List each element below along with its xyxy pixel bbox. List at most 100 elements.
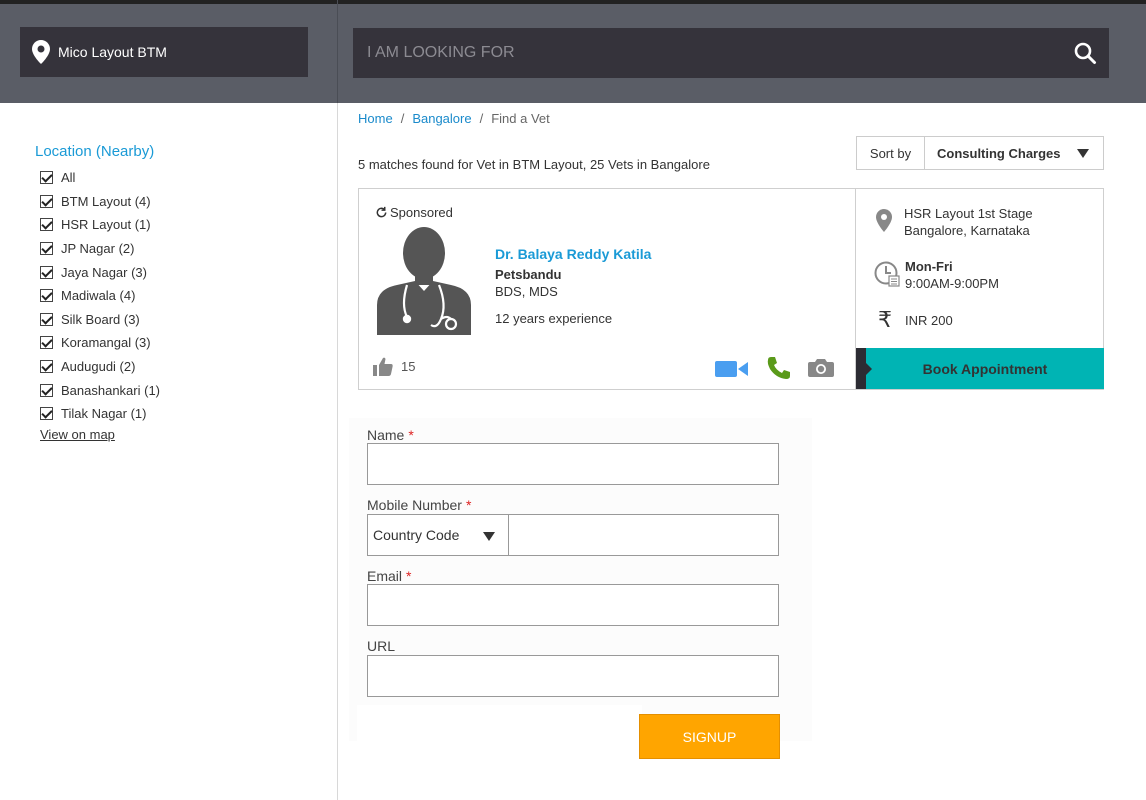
clock-icon [874,261,900,287]
breadcrumb: Home / Bangalore / Find a Vet [358,111,550,126]
name-label-text: Name [367,427,405,443]
refresh-icon [376,206,387,218]
clinic-details: HSR Layout 1st Stage Bangalore, Karnatak… [856,189,1104,389]
location-item-label: Madiwala (4) [61,288,136,304]
clinic-address: HSR Layout 1st Stage Bangalore, Karnatak… [904,205,1033,239]
rupee-icon: ₹ [878,307,892,332]
location-item-all[interactable]: All [35,166,325,190]
location-item-label: Koramangal (3) [61,335,151,351]
topbar-divider [337,0,338,103]
checkbox[interactable] [40,218,53,232]
like-count: 15 [401,359,416,374]
book-appointment-button[interactable]: Book Appointment [856,348,1104,389]
checkbox[interactable] [40,383,53,397]
checkbox[interactable] [40,360,53,374]
location-item-audugudi[interactable]: Audugudi (2) [35,355,325,379]
location-item-tilak-nagar[interactable]: Tilak Nagar (1) [35,402,325,426]
location-item-label: Banashankari (1) [61,382,160,398]
doctor-card: Sponsored Dr. Balaya Reddy Katila Petsba… [358,188,1104,390]
email-input[interactable] [368,585,778,625]
required-mark: * [408,427,414,443]
chevron-down-icon[interactable] [1077,149,1089,158]
country-code-value: Country Code [373,527,460,543]
location-item-label: All [61,170,76,186]
url-field-box [367,655,779,697]
mobile-input[interactable] [509,515,778,555]
location-item-label: Jaya Nagar (3) [61,264,147,280]
name-field-box [367,443,779,485]
breadcrumb-separator: / [479,111,484,126]
checkbox[interactable] [40,407,53,421]
location-item-hsr-layout[interactable]: HSR Layout (1) [35,213,325,237]
checkbox[interactable] [40,336,53,350]
checkbox[interactable] [40,289,53,303]
checkbox[interactable] [40,194,53,208]
location-item-jaya-nagar[interactable]: Jaya Nagar (3) [35,260,325,284]
location-item-label: Tilak Nagar (1) [61,406,147,422]
location-item-label: HSR Layout (1) [61,217,151,233]
location-label: Mico Layout BTM [58,44,167,60]
camera-icon[interactable] [808,357,834,377]
doctor-name-link[interactable]: Dr. Balaya Reddy Katila [495,246,651,262]
location-selector[interactable]: Mico Layout BTM [20,27,308,77]
doctor-avatar [377,227,471,335]
country-code-select[interactable]: Country Code [367,514,509,556]
breadcrumb-home[interactable]: Home [358,111,393,126]
location-item-madiwala[interactable]: Madiwala (4) [35,284,325,308]
mobile-field-box [508,514,779,556]
filter-title-suffix: (Nearby) [95,143,155,160]
search-input[interactable] [367,44,1047,62]
breadcrumb-city[interactable]: Bangalore [412,111,471,126]
checkbox[interactable] [40,312,53,326]
address-line-1: HSR Layout 1st Stage [904,206,1033,221]
breadcrumb-current: Find a Vet [491,111,550,126]
mobile-label: Mobile Number * [367,497,471,513]
location-item-label: Audugudi (2) [61,359,136,375]
view-on-map-link[interactable]: View on map [40,427,115,442]
filter-title-text: Location [35,143,92,160]
signup-button[interactable]: SIGNUP [639,714,780,759]
url-input[interactable] [368,656,778,696]
phone-icon[interactable] [766,355,792,381]
email-label-text: Email [367,568,403,584]
required-mark: * [465,497,472,513]
required-mark: * [406,568,412,584]
email-field-box [367,584,779,626]
filter-title: Location (Nearby) [35,143,325,160]
location-item-silk-board[interactable]: Silk Board (3) [35,308,325,332]
checkbox[interactable] [40,242,53,256]
location-item-btm-layout[interactable]: BTM Layout (4) [35,190,325,214]
chevron-down-icon[interactable] [483,532,495,541]
clinic-hours: 9:00AM-9:00PM [905,276,999,291]
checkbox[interactable] [40,265,53,279]
url-label-text: URL [367,638,396,654]
consulting-fee: INR 200 [905,313,953,328]
location-item-koramangal[interactable]: Koramangal (3) [35,331,325,355]
doctor-degree: BDS, MDS [495,284,558,299]
sidebar-divider [337,103,338,800]
sort-dropdown[interactable]: Sort by Consulting Charges [856,136,1104,170]
search-icon[interactable] [1073,41,1097,65]
url-label: URL [367,638,395,654]
sponsored-label: Sponsored [390,205,453,220]
name-input[interactable] [368,444,778,484]
sort-label: Sort by [857,137,925,169]
location-filter: Location (Nearby) All BTM Layout (4) HSR… [35,143,325,444]
location-item-label: Silk Board (3) [61,311,140,327]
location-item-jp-nagar[interactable]: JP Nagar (2) [35,237,325,261]
like-button[interactable]: 15 [373,357,415,376]
doctor-info: Sponsored Dr. Balaya Reddy Katila Petsba… [359,189,856,389]
checkbox[interactable] [40,171,53,185]
location-item-label: JP Nagar (2) [61,241,135,257]
email-label: Email * [367,568,411,584]
clinic-name: Petsbandu [495,267,562,282]
sponsored-tag: Sponsored [375,205,453,220]
video-icon[interactable] [715,359,749,379]
pin-icon [32,40,50,64]
thumbs-up-icon [373,357,393,376]
location-list: All BTM Layout (4) HSR Layout (1) JP Nag… [35,166,325,426]
form-footer-strip [357,705,642,741]
location-item-banashankari[interactable]: Banashankari (1) [35,378,325,402]
clinic-days: Mon-Fri [905,259,953,274]
doctor-experience: 12 years experience [495,311,613,326]
